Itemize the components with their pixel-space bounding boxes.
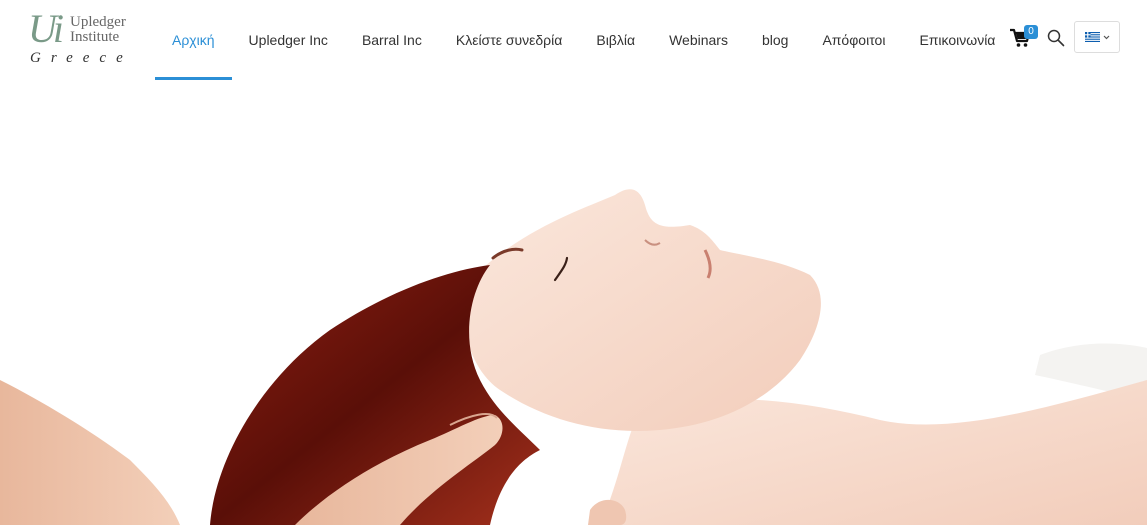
nav-item-graduates[interactable]: Απόφοιτοι	[805, 0, 902, 80]
nav-item-blog[interactable]: blog	[745, 0, 805, 80]
search-icon[interactable]	[1047, 29, 1065, 47]
hero-image	[0, 189, 1147, 525]
logo-line-1: Upledger	[70, 14, 126, 30]
nav-item-home[interactable]: Αρχική	[155, 0, 232, 80]
language-selector[interactable]	[1074, 21, 1120, 53]
nav-item-barral-inc[interactable]: Barral Inc	[345, 0, 439, 80]
main-nav: Αρχική Upledger Inc Barral Inc Κλείστε σ…	[155, 0, 1012, 80]
site-header: Ui Upledger Institute Greece Αρχική Uple…	[0, 0, 1147, 80]
upledger-logo[interactable]: Ui Upledger Institute Greece	[28, 6, 133, 67]
nav-item-webinars[interactable]: Webinars	[652, 0, 745, 80]
logo-line-2: Institute	[70, 29, 120, 45]
nav-item-upledger-inc[interactable]: Upledger Inc	[232, 0, 345, 80]
logo-mark: Ui	[28, 6, 64, 51]
hero-banner	[0, 80, 1147, 525]
cart-count-badge[interactable]: 0	[1024, 25, 1038, 39]
nav-item-books[interactable]: Βιβλία	[579, 0, 652, 80]
chevron-down-icon	[1103, 35, 1109, 39]
nav-item-book-session[interactable]: Κλείστε συνεδρία	[439, 0, 580, 80]
logo-country: Greece	[30, 50, 133, 66]
nav-item-contact[interactable]: Επικοινωνία	[902, 0, 1012, 80]
greek-flag-icon	[1084, 32, 1100, 42]
